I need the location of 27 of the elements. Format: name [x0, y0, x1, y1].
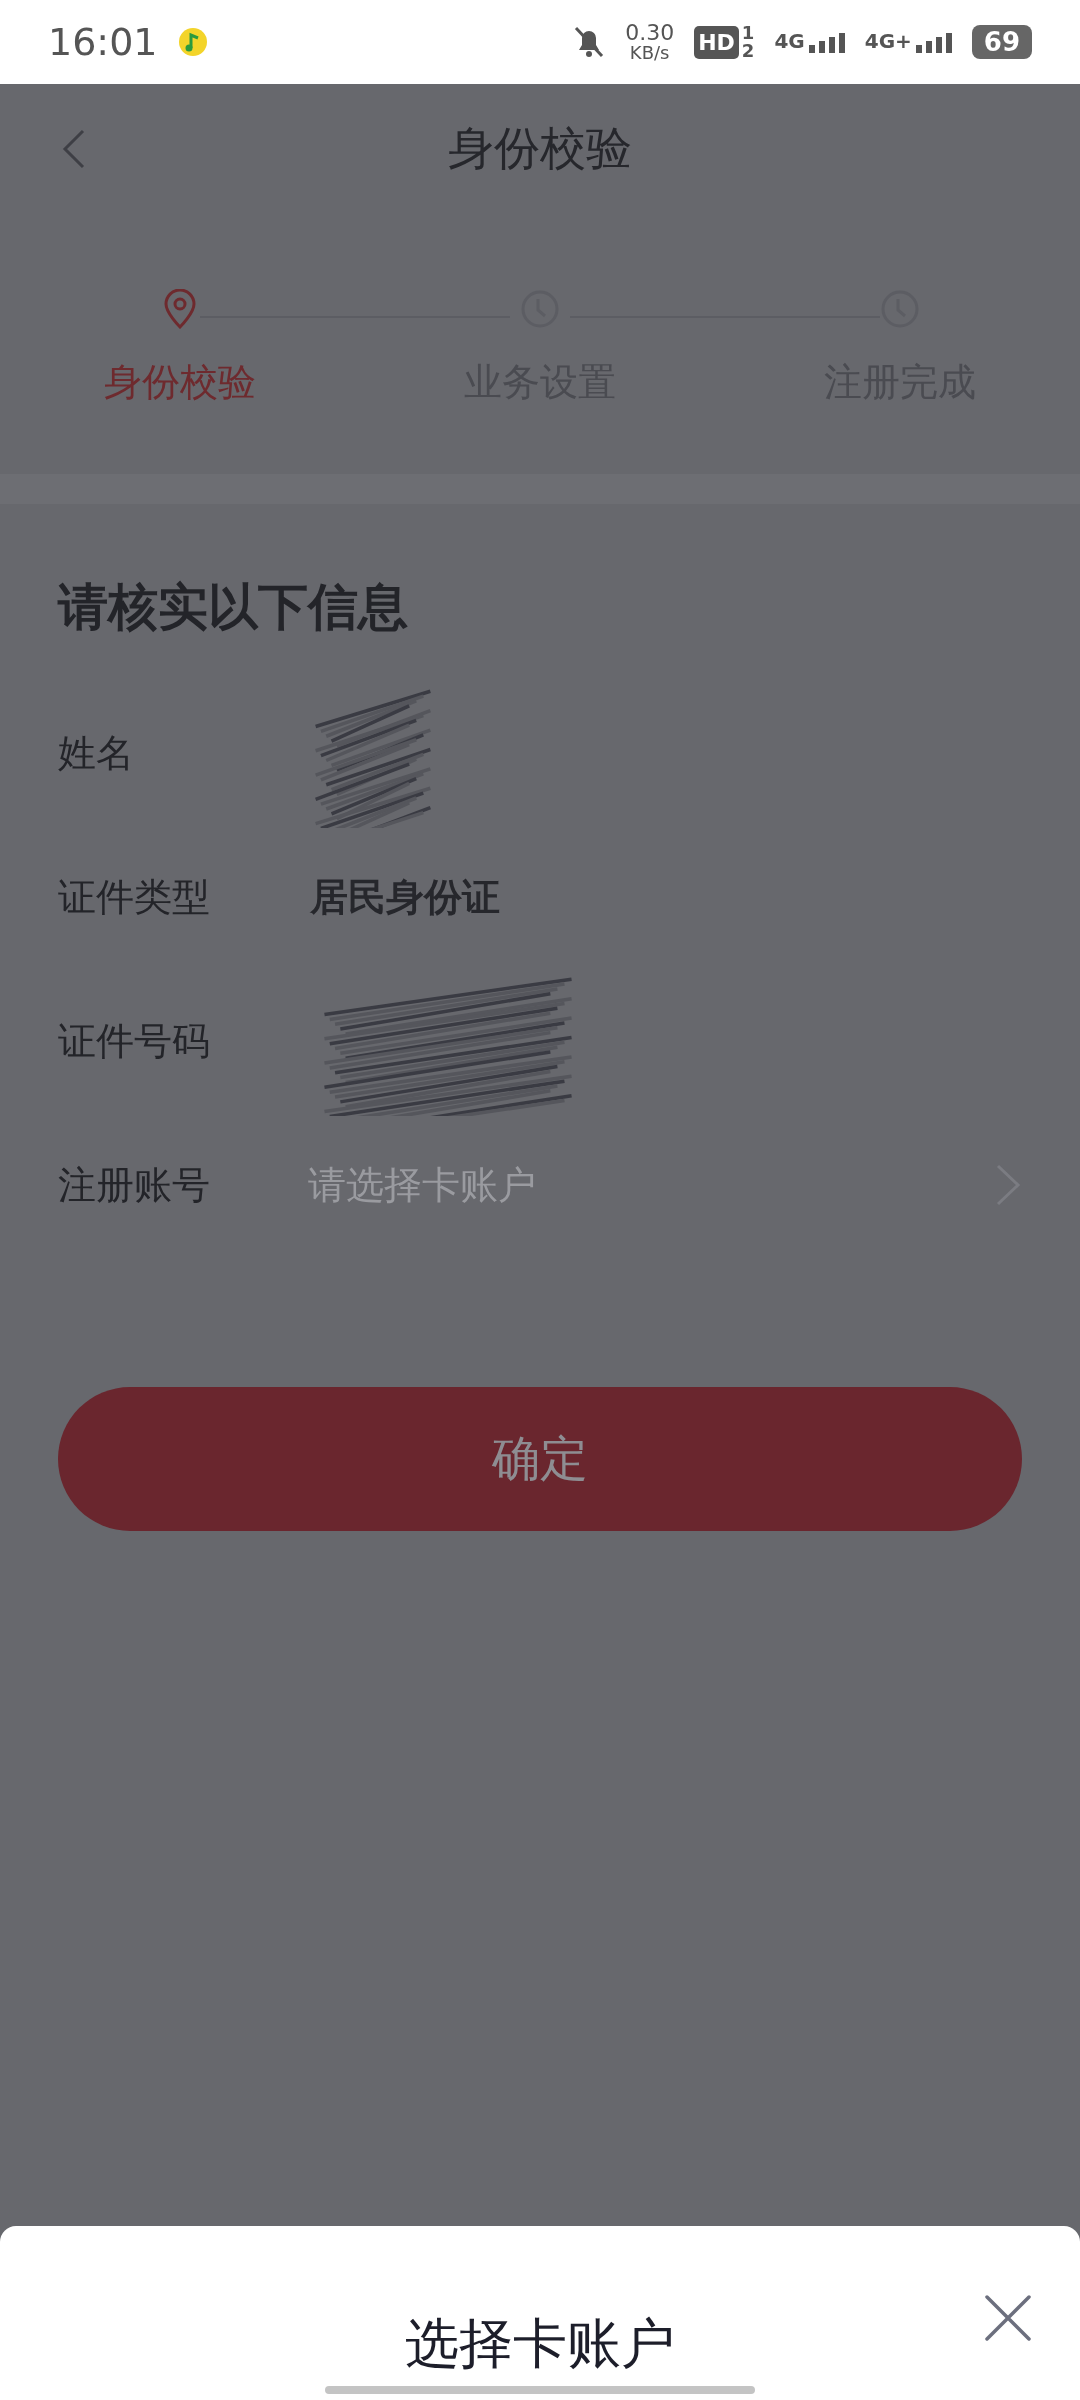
status-time: 16:01 [48, 20, 158, 64]
bell-muted-icon [573, 25, 606, 59]
network-type: 4G [774, 31, 805, 51]
close-icon[interactable] [984, 2294, 1032, 2342]
step-label: 身份校验 [104, 359, 256, 406]
signal-bars-icon [915, 31, 952, 53]
confirm-button[interactable]: 确定 [58, 1387, 1022, 1531]
home-indicator[interactable] [325, 2386, 755, 2394]
section-title: 请核实以下信息 [58, 577, 409, 638]
field-value: 居民身份证 [310, 873, 500, 921]
hd-badge: HD [694, 25, 739, 59]
network-type: 4G+ [864, 31, 912, 51]
music-app-icon [177, 27, 208, 57]
back-icon[interactable] [62, 128, 86, 170]
field-label: 证件号码 [58, 1017, 211, 1065]
page-title: 身份校验 [448, 120, 632, 177]
sim-slot: 2 [741, 42, 755, 60]
location-pin-icon [163, 289, 197, 329]
field-label: 证件类型 [58, 873, 211, 921]
field-label: 注册账号 [58, 1161, 211, 1209]
network-speed-unit: KB/s [629, 44, 670, 62]
battery-indicator: 69 [971, 25, 1032, 59]
field-label: 姓名 [58, 729, 135, 777]
signal-bars-icon [808, 31, 845, 53]
sheet-title: 选择卡账户 [405, 2311, 675, 2377]
network-speed: 0.30 [625, 22, 675, 44]
sim-slot: 1 [741, 24, 755, 42]
